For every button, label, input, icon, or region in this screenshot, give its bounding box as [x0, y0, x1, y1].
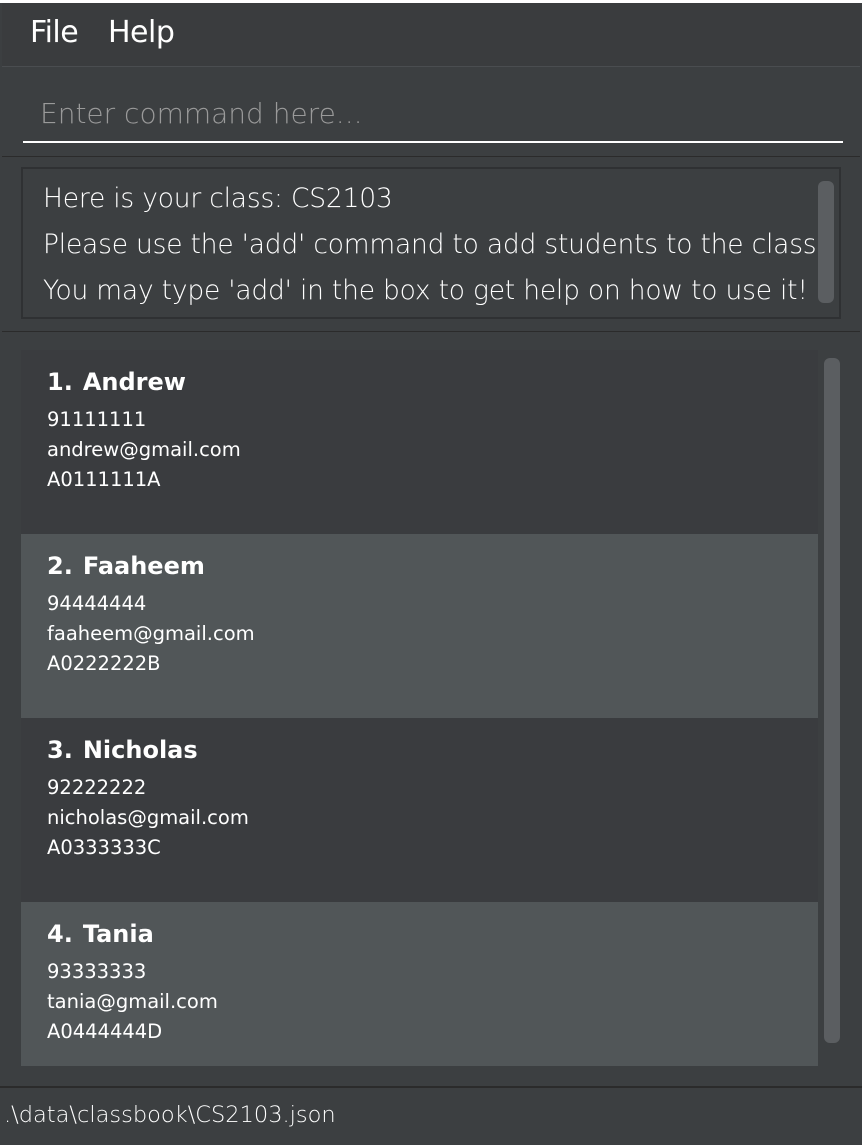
- menu-bar: File Help: [2, 3, 860, 67]
- student-name-row: 3. Nicholas: [47, 736, 198, 764]
- student-index: 3.: [47, 736, 73, 764]
- student-index: 2.: [47, 552, 73, 580]
- student-phone: 92222222: [47, 776, 147, 799]
- result-scrollbar[interactable]: [818, 181, 834, 303]
- student-id: A0222222B: [47, 652, 161, 675]
- result-display-pane: Here is your class: CS2103 Please use th…: [2, 156, 860, 333]
- student-card[interactable]: 4. Tania 93333333 tania@gmail.com A044444…: [21, 902, 818, 1066]
- student-id: A0444444D: [47, 1020, 163, 1043]
- student-phone: 93333333: [47, 960, 147, 983]
- student-email: tania@gmail.com: [47, 990, 218, 1013]
- student-name-row: 4. Tania: [47, 920, 154, 948]
- result-line: Please use the 'add' command to add stud…: [43, 229, 825, 260]
- student-name: Tania: [82, 920, 154, 948]
- app-window: File Help Here is your class: CS2103 Ple…: [0, 0, 862, 1145]
- menu-file[interactable]: File: [30, 15, 79, 50]
- student-list-pane: 1. Andrew 91111111 andrew@gmail.com A0111…: [2, 332, 860, 1084]
- student-phone: 94444444: [47, 592, 147, 615]
- command-box-pane: [2, 66, 860, 155]
- student-list: 1. Andrew 91111111 andrew@gmail.com A0111…: [21, 350, 818, 1066]
- student-name: Faaheem: [82, 552, 205, 580]
- student-card[interactable]: 2. Faaheem 94444444 faaheem@gmail.com A02…: [21, 534, 818, 718]
- student-list-scrollbar[interactable]: [824, 358, 840, 1043]
- menu-help[interactable]: Help: [108, 15, 175, 50]
- result-line: Here is your class: CS2103: [43, 183, 393, 214]
- student-card[interactable]: 3. Nicholas 92222222 nicholas@gmail.com A…: [21, 718, 818, 902]
- student-email: nicholas@gmail.com: [47, 806, 249, 829]
- student-index: 4.: [47, 920, 73, 948]
- student-email: faaheem@gmail.com: [47, 622, 255, 645]
- student-name-row: 1. Andrew: [47, 368, 186, 396]
- save-file-path: .\data\classbook\CS2103.json: [4, 1102, 336, 1128]
- student-name-row: 2. Faaheem: [47, 552, 205, 580]
- student-card[interactable]: 1. Andrew 91111111 andrew@gmail.com A0111…: [21, 350, 818, 534]
- result-line: You may type 'add' in the box to get hel…: [43, 275, 808, 306]
- student-email: andrew@gmail.com: [47, 438, 241, 461]
- command-input[interactable]: [23, 85, 843, 143]
- student-id: A0333333C: [47, 836, 161, 859]
- student-name: Andrew: [82, 368, 186, 396]
- student-name: Nicholas: [82, 736, 198, 764]
- status-bar: .\data\classbook\CS2103.json: [0, 1086, 862, 1145]
- student-index: 1.: [47, 368, 73, 396]
- student-id: A0111111A: [47, 468, 161, 491]
- result-display[interactable]: Here is your class: CS2103 Please use th…: [21, 167, 841, 319]
- student-phone: 91111111: [47, 408, 147, 431]
